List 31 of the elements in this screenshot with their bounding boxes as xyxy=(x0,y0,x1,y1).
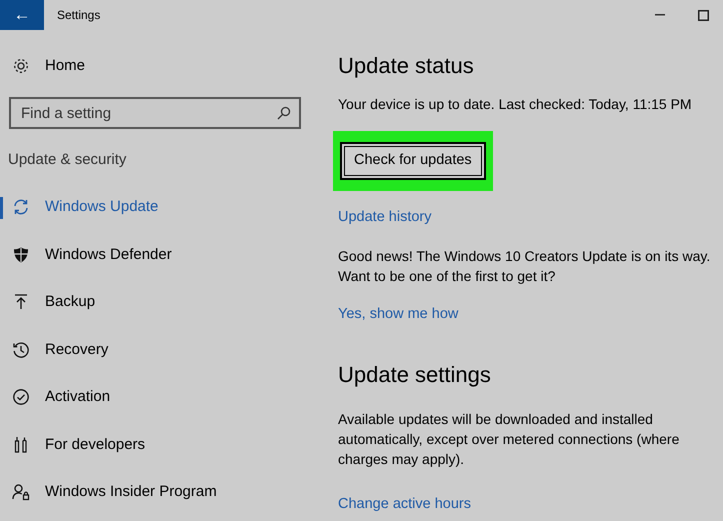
check-updates-button[interactable]: Check for updates xyxy=(340,142,486,180)
sidebar-item[interactable]: Activation xyxy=(0,374,330,421)
search-icon xyxy=(277,106,291,120)
window-title: Settings xyxy=(57,7,100,24)
minimize-icon xyxy=(655,14,665,16)
history-icon xyxy=(12,340,30,359)
news-text: Good news! The Windows 10 Creators Update is on its way. Want to be one of the first to get it? xyxy=(338,247,712,286)
section-heading: Update & security xyxy=(8,150,128,170)
refresh-icon xyxy=(12,198,30,216)
back-button[interactable]: ← xyxy=(0,0,44,30)
sidebar-item[interactable]: For developers xyxy=(0,421,330,468)
check-circle-icon xyxy=(12,388,30,406)
sidebar-item[interactable]: Backup xyxy=(0,278,330,326)
update-history-link[interactable]: Update history xyxy=(338,207,432,229)
settings-icon xyxy=(12,57,30,75)
home-link[interactable]: Home xyxy=(45,54,86,78)
section-heading: Update status xyxy=(338,53,475,80)
person-icon xyxy=(12,483,30,502)
search-field[interactable]: Find a setting xyxy=(9,97,301,129)
sidebar-item[interactable]: Windows Defender xyxy=(0,231,330,278)
active-hours-link[interactable]: Change active hours xyxy=(338,494,471,516)
sidebar-item[interactable]: Windows Update xyxy=(0,184,330,231)
upload-icon xyxy=(12,293,30,312)
section-heading: Update settings xyxy=(338,362,492,389)
show-me-how-link[interactable]: Yes, show me how xyxy=(338,304,458,326)
sidebar-item[interactable]: Windows Insider Program xyxy=(0,468,330,516)
description-text: Available updates will be downloaded and installed automatically, except over metered connections (where charges may apply). xyxy=(338,410,680,469)
maximize-icon xyxy=(698,10,708,20)
status-text: Your device is up to date. Last checked: Today, 11:15 PM xyxy=(338,95,693,114)
sidebar-item[interactable]: Recovery xyxy=(0,326,330,374)
shield-icon xyxy=(12,246,30,264)
